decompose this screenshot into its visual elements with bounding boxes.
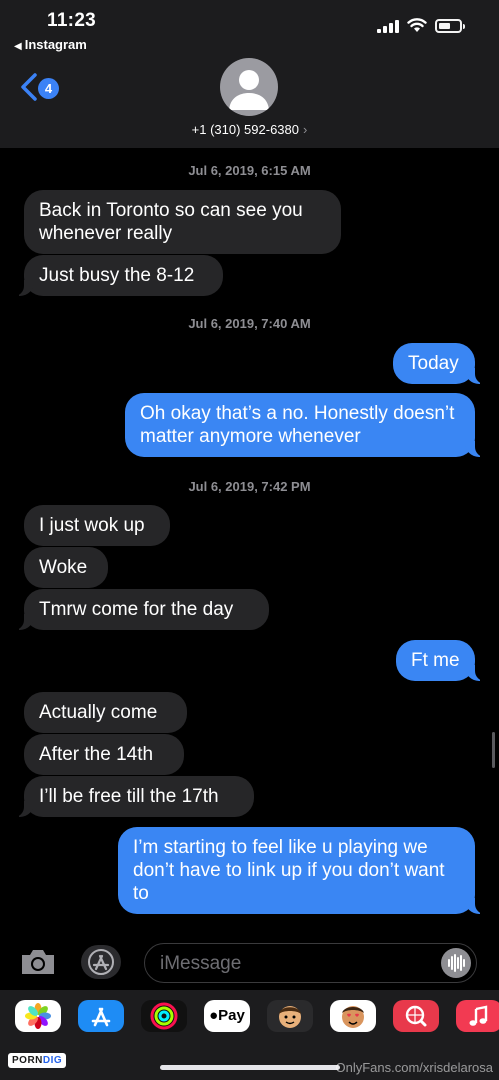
status-time: 11:23 bbox=[47, 10, 97, 31]
timestamp: Jul 6, 2019, 7:40 AM bbox=[188, 316, 311, 331]
incoming-message[interactable]: Actually come bbox=[24, 692, 187, 733]
music-app-icon[interactable] bbox=[456, 1000, 499, 1032]
battery-icon bbox=[435, 19, 465, 33]
message-text: Just busy the 8-12 bbox=[39, 265, 195, 286]
message-text: Today bbox=[408, 353, 459, 374]
cellular-signal-icon bbox=[377, 19, 401, 33]
outgoing-message[interactable]: I’m starting to feel like u playing we d… bbox=[118, 827, 486, 914]
photos-flower-icon bbox=[25, 1003, 51, 1029]
app-store-a-icon bbox=[91, 1007, 111, 1027]
watermark: OnlyFans.com/xrisdelarosa bbox=[335, 1060, 494, 1075]
message-placeholder: iMessage bbox=[160, 953, 242, 974]
incoming-message[interactable]: I’ll be free till the 17th bbox=[13, 776, 254, 817]
images-search-app-icon[interactable] bbox=[393, 1000, 439, 1032]
globe-search-icon bbox=[405, 1005, 427, 1027]
memoji-app-icon[interactable] bbox=[267, 1000, 313, 1032]
logo-part-b: DIG bbox=[42, 1055, 63, 1066]
message-text: Actually come bbox=[39, 702, 158, 723]
waveform-icon bbox=[448, 954, 465, 972]
incoming-message[interactable]: Tmrw come for the day bbox=[13, 589, 269, 630]
incoming-message[interactable]: After the 14th bbox=[24, 734, 184, 775]
porndig-logo: PORNDIG bbox=[8, 1053, 67, 1068]
message-text: Woke bbox=[39, 557, 88, 578]
timestamp: Jul 6, 2019, 7:42 PM bbox=[188, 479, 311, 494]
music-note-icon bbox=[469, 1005, 488, 1026]
apple-logo-icon: ● bbox=[209, 1007, 219, 1024]
contact-chevron-icon: › bbox=[303, 122, 308, 137]
photos-app-icon[interactable] bbox=[15, 1000, 61, 1032]
timestamp: Jul 6, 2019, 6:15 AM bbox=[188, 163, 311, 178]
apple-pay-label: Pay bbox=[218, 1007, 245, 1024]
contact-name[interactable]: +1 (310) 592-6380 › bbox=[0, 122, 499, 137]
scroll-indicator[interactable] bbox=[492, 732, 495, 768]
memoji-stickers-app-icon[interactable] bbox=[330, 1000, 376, 1032]
incoming-message[interactable]: I just wok up bbox=[24, 505, 170, 546]
incoming-message[interactable]: Woke bbox=[24, 547, 108, 588]
message-text: Back in Toronto so can see you whenever … bbox=[39, 200, 303, 244]
wifi-icon bbox=[407, 18, 427, 32]
activity-app-icon[interactable] bbox=[141, 1000, 187, 1032]
incoming-message[interactable]: Just busy the 8-12 bbox=[13, 255, 223, 296]
app-store-app-icon[interactable] bbox=[78, 1000, 124, 1032]
audio-record-button[interactable] bbox=[441, 948, 471, 978]
apple-pay-app-icon[interactable]: ●Pay bbox=[204, 1000, 250, 1032]
app-store-icon bbox=[88, 949, 114, 975]
back-chevron-icon[interactable] bbox=[18, 72, 40, 102]
outgoing-message[interactable]: Ft me bbox=[396, 640, 486, 681]
contact-avatar[interactable] bbox=[220, 58, 278, 116]
message-text: Ft me bbox=[411, 650, 460, 671]
home-indicator[interactable] bbox=[160, 1065, 340, 1070]
back-app-label: Instagram bbox=[24, 37, 87, 52]
unread-count-badge[interactable]: 4 bbox=[38, 78, 59, 99]
message-input[interactable]: iMessage bbox=[144, 943, 477, 983]
contact-number: +1 (310) 592-6380 bbox=[191, 122, 299, 137]
person-silhouette-icon bbox=[229, 70, 269, 110]
back-to-app-link[interactable]: ◀ Instagram bbox=[14, 37, 87, 52]
message-text: Tmrw come for the day bbox=[39, 599, 234, 620]
app-drawer-button[interactable] bbox=[81, 945, 121, 979]
logo-part-a: PORN bbox=[12, 1055, 43, 1066]
memoji-heart-eyes-icon bbox=[342, 1006, 364, 1028]
activity-rings-icon bbox=[150, 1002, 178, 1030]
message-text: After the 14th bbox=[39, 744, 154, 765]
memoji-face-icon bbox=[279, 1006, 301, 1028]
message-text: I just wok up bbox=[39, 515, 145, 536]
conversation-header: 11:23 ◀ Instagram 4 +1 (310) 592-6380 › bbox=[0, 0, 499, 148]
message-text: Oh okay that’s a no. Honestly doesn’t ma… bbox=[140, 403, 455, 447]
message-text: I’ll be free till the 17th bbox=[39, 786, 219, 807]
outgoing-message[interactable]: Oh okay that’s a no. Honestly doesn’t ma… bbox=[125, 393, 486, 457]
message-text: I’m starting to feel like u playing we d… bbox=[133, 837, 445, 904]
back-triangle-icon: ◀ bbox=[14, 41, 22, 52]
incoming-message[interactable]: Back in Toronto so can see you whenever … bbox=[24, 190, 341, 254]
outgoing-message[interactable]: Today bbox=[393, 343, 486, 384]
camera-icon[interactable] bbox=[19, 947, 57, 977]
